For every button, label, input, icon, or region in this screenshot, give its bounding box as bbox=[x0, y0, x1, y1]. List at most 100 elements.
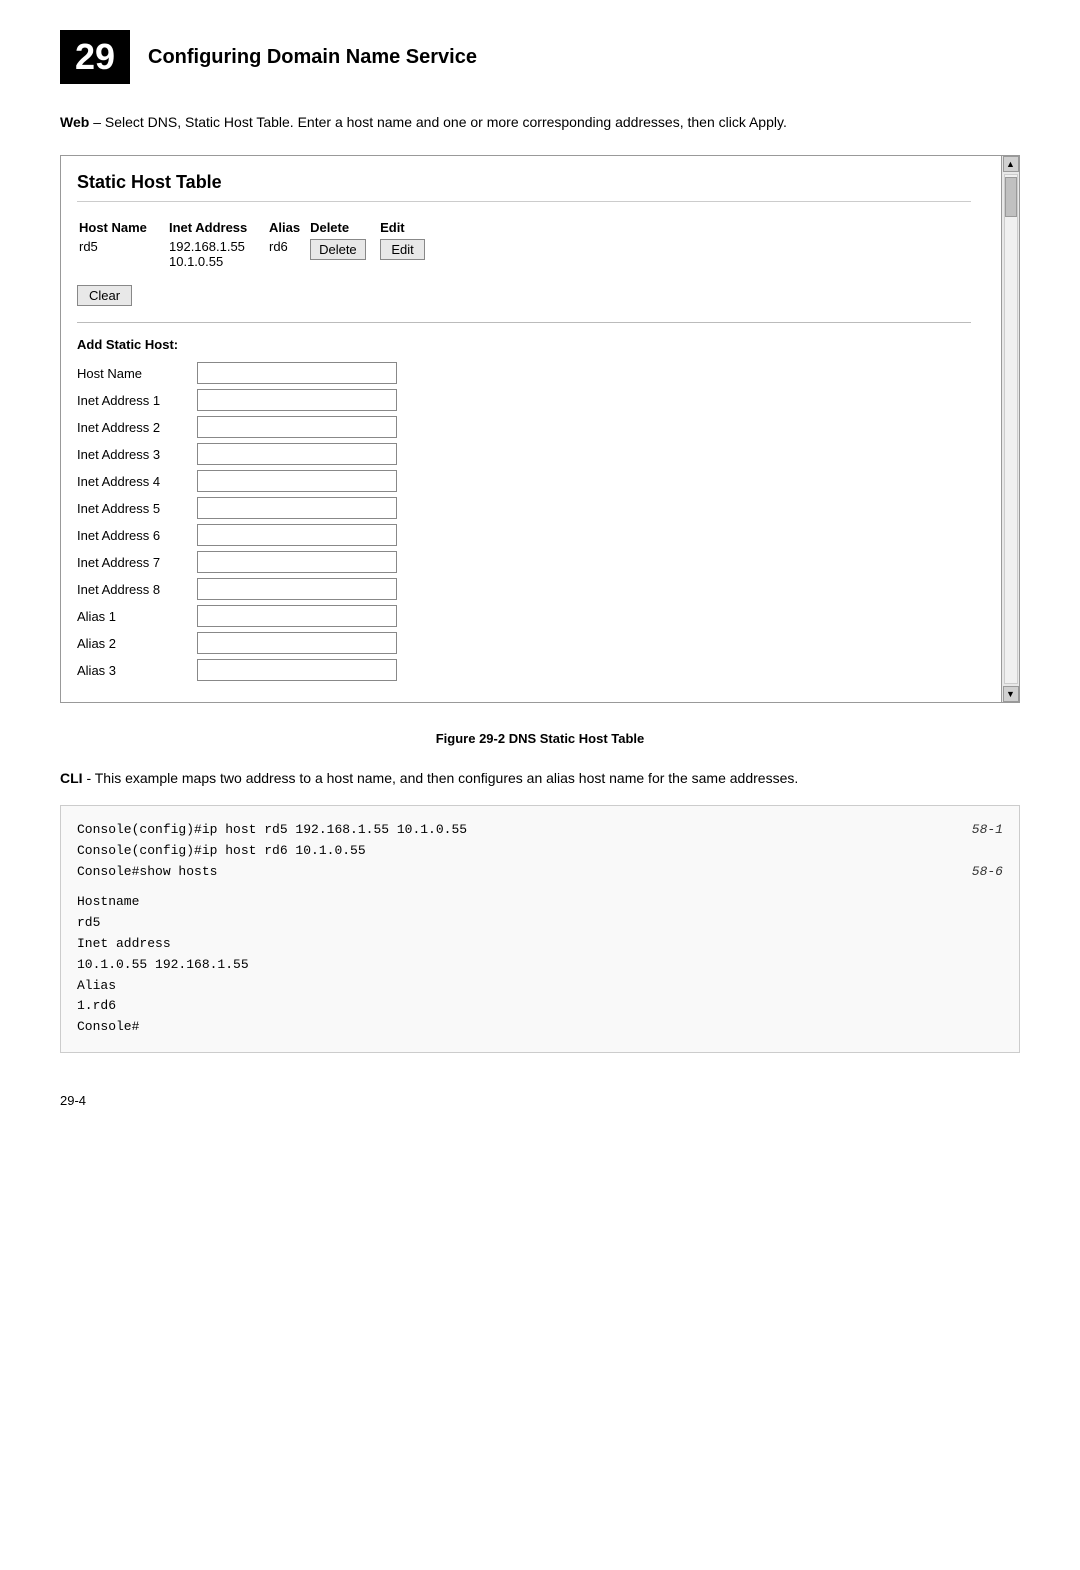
host-table: Host Name Inet Address Alias Delete Edit… bbox=[77, 218, 433, 271]
chapter-header: 29 Configuring Domain Name Service bbox=[60, 30, 1020, 84]
code-text-7: Inet address bbox=[77, 934, 171, 955]
input-inet2[interactable] bbox=[197, 416, 397, 438]
code-block: Console(config)#ip host rd5 192.168.1.55… bbox=[60, 805, 1020, 1053]
code-line-9: Alias bbox=[77, 976, 1003, 997]
input-inet6[interactable] bbox=[197, 524, 397, 546]
label-alias2: Alias 2 bbox=[77, 636, 197, 651]
input-inet7[interactable] bbox=[197, 551, 397, 573]
edit-button[interactable]: Edit bbox=[380, 239, 425, 260]
label-inet8: Inet Address 8 bbox=[77, 582, 197, 597]
col-header-hostname: Host Name bbox=[77, 218, 167, 237]
field-row-inet1: Inet Address 1 bbox=[77, 389, 971, 411]
cell-inet: 192.168.1.55 10.1.0.55 bbox=[167, 237, 267, 271]
clear-button-container: Clear bbox=[77, 285, 971, 306]
add-host-form: Host Name Inet Address 1 Inet Address 2 … bbox=[77, 362, 971, 681]
code-line-11: Console# bbox=[77, 1017, 1003, 1038]
code-text-10: 1.rd6 bbox=[77, 996, 116, 1017]
scrollbar-track[interactable] bbox=[1004, 174, 1018, 684]
intro-bold: Web bbox=[60, 114, 89, 130]
input-alias1[interactable] bbox=[197, 605, 397, 627]
intro-text: Web – Select DNS, Static Host Table. Ent… bbox=[60, 112, 1020, 133]
col-header-edit: Edit bbox=[378, 218, 433, 237]
code-text-1: Console(config)#ip host rd5 192.168.1.55… bbox=[77, 820, 467, 841]
cell-hostname: rd5 bbox=[77, 237, 167, 271]
field-row-inet7: Inet Address 7 bbox=[77, 551, 971, 573]
panel-title: Static Host Table bbox=[77, 172, 971, 202]
figure-caption: Figure 29-2 DNS Static Host Table bbox=[60, 731, 1020, 746]
field-row-alias1: Alias 1 bbox=[77, 605, 971, 627]
cell-alias: rd6 bbox=[267, 237, 308, 271]
code-line-5: Hostname bbox=[77, 892, 1003, 913]
inet-line2: 10.1.0.55 bbox=[169, 254, 223, 269]
field-row-inet3: Inet Address 3 bbox=[77, 443, 971, 465]
code-line-8: 10.1.0.55 192.168.1.55 bbox=[77, 955, 1003, 976]
delete-button[interactable]: Delete bbox=[310, 239, 366, 260]
label-alias1: Alias 1 bbox=[77, 609, 197, 624]
input-hostname[interactable] bbox=[197, 362, 397, 384]
label-inet5: Inet Address 5 bbox=[77, 501, 197, 516]
field-row-hostname: Host Name bbox=[77, 362, 971, 384]
page-number: 29-4 bbox=[60, 1093, 1020, 1108]
code-line-6: rd5 bbox=[77, 913, 1003, 934]
label-inet3: Inet Address 3 bbox=[77, 447, 197, 462]
scroll-down-arrow[interactable]: ▼ bbox=[1003, 686, 1019, 702]
code-text-6: rd5 bbox=[77, 913, 100, 934]
code-text-11: Console# bbox=[77, 1017, 139, 1038]
code-line-2: Console(config)#ip host rd6 10.1.0.55 bbox=[77, 841, 1003, 862]
code-line-7: Inet address bbox=[77, 934, 1003, 955]
table-row: rd5 192.168.1.55 10.1.0.55 rd6 Delete Ed… bbox=[77, 237, 433, 271]
input-inet5[interactable] bbox=[197, 497, 397, 519]
code-ref-3: 58-6 bbox=[953, 862, 1003, 883]
label-inet7: Inet Address 7 bbox=[77, 555, 197, 570]
chapter-title: Configuring Domain Name Service bbox=[148, 46, 477, 69]
code-line-10: 1.rd6 bbox=[77, 996, 1003, 1017]
scrollbar-thumb[interactable] bbox=[1005, 177, 1017, 217]
col-header-alias: Alias bbox=[267, 218, 308, 237]
chapter-number: 29 bbox=[60, 30, 130, 84]
field-row-inet6: Inet Address 6 bbox=[77, 524, 971, 546]
input-alias3[interactable] bbox=[197, 659, 397, 681]
field-row-alias2: Alias 2 bbox=[77, 632, 971, 654]
input-alias2[interactable] bbox=[197, 632, 397, 654]
label-inet2: Inet Address 2 bbox=[77, 420, 197, 435]
scroll-up-arrow[interactable]: ▲ bbox=[1003, 156, 1019, 172]
field-row-inet8: Inet Address 8 bbox=[77, 578, 971, 600]
code-ref-1: 58-1 bbox=[953, 820, 1003, 841]
code-text-5: Hostname bbox=[77, 892, 139, 913]
code-text-9: Alias bbox=[77, 976, 116, 997]
cli-bold: CLI bbox=[60, 770, 83, 786]
divider bbox=[77, 322, 971, 323]
field-row-alias3: Alias 3 bbox=[77, 659, 971, 681]
input-inet8[interactable] bbox=[197, 578, 397, 600]
code-text-8: 10.1.0.55 192.168.1.55 bbox=[77, 955, 249, 976]
field-row-inet5: Inet Address 5 bbox=[77, 497, 971, 519]
code-blank bbox=[77, 882, 1003, 892]
input-inet4[interactable] bbox=[197, 470, 397, 492]
cell-edit: Edit bbox=[378, 237, 433, 271]
code-line-3: Console#show hosts 58-6 bbox=[77, 862, 1003, 883]
scrollbar[interactable]: ▲ ▼ bbox=[1001, 156, 1019, 702]
col-header-inet: Inet Address bbox=[167, 218, 267, 237]
cell-delete: Delete bbox=[308, 237, 378, 271]
label-hostname: Host Name bbox=[77, 366, 197, 381]
static-host-table-panel: ▲ ▼ Static Host Table Host Name Inet Add… bbox=[60, 155, 1020, 703]
add-static-host-label: Add Static Host: bbox=[77, 337, 971, 352]
input-inet1[interactable] bbox=[197, 389, 397, 411]
label-inet1: Inet Address 1 bbox=[77, 393, 197, 408]
label-alias3: Alias 3 bbox=[77, 663, 197, 678]
code-ref-2 bbox=[953, 841, 1003, 862]
code-text-3: Console#show hosts bbox=[77, 862, 217, 883]
cli-text: - This example maps two address to a hos… bbox=[83, 770, 799, 786]
field-row-inet2: Inet Address 2 bbox=[77, 416, 971, 438]
col-header-delete: Delete bbox=[308, 218, 378, 237]
intro-rest: – Select DNS, Static Host Table. Enter a… bbox=[89, 114, 787, 130]
clear-button[interactable]: Clear bbox=[77, 285, 132, 306]
code-line-1: Console(config)#ip host rd5 192.168.1.55… bbox=[77, 820, 1003, 841]
panel-inner: Static Host Table Host Name Inet Address… bbox=[61, 156, 1001, 702]
label-inet6: Inet Address 6 bbox=[77, 528, 197, 543]
cli-intro: CLI - This example maps two address to a… bbox=[60, 768, 1020, 789]
field-row-inet4: Inet Address 4 bbox=[77, 470, 971, 492]
input-inet3[interactable] bbox=[197, 443, 397, 465]
inet-line1: 192.168.1.55 bbox=[169, 239, 245, 254]
label-inet4: Inet Address 4 bbox=[77, 474, 197, 489]
